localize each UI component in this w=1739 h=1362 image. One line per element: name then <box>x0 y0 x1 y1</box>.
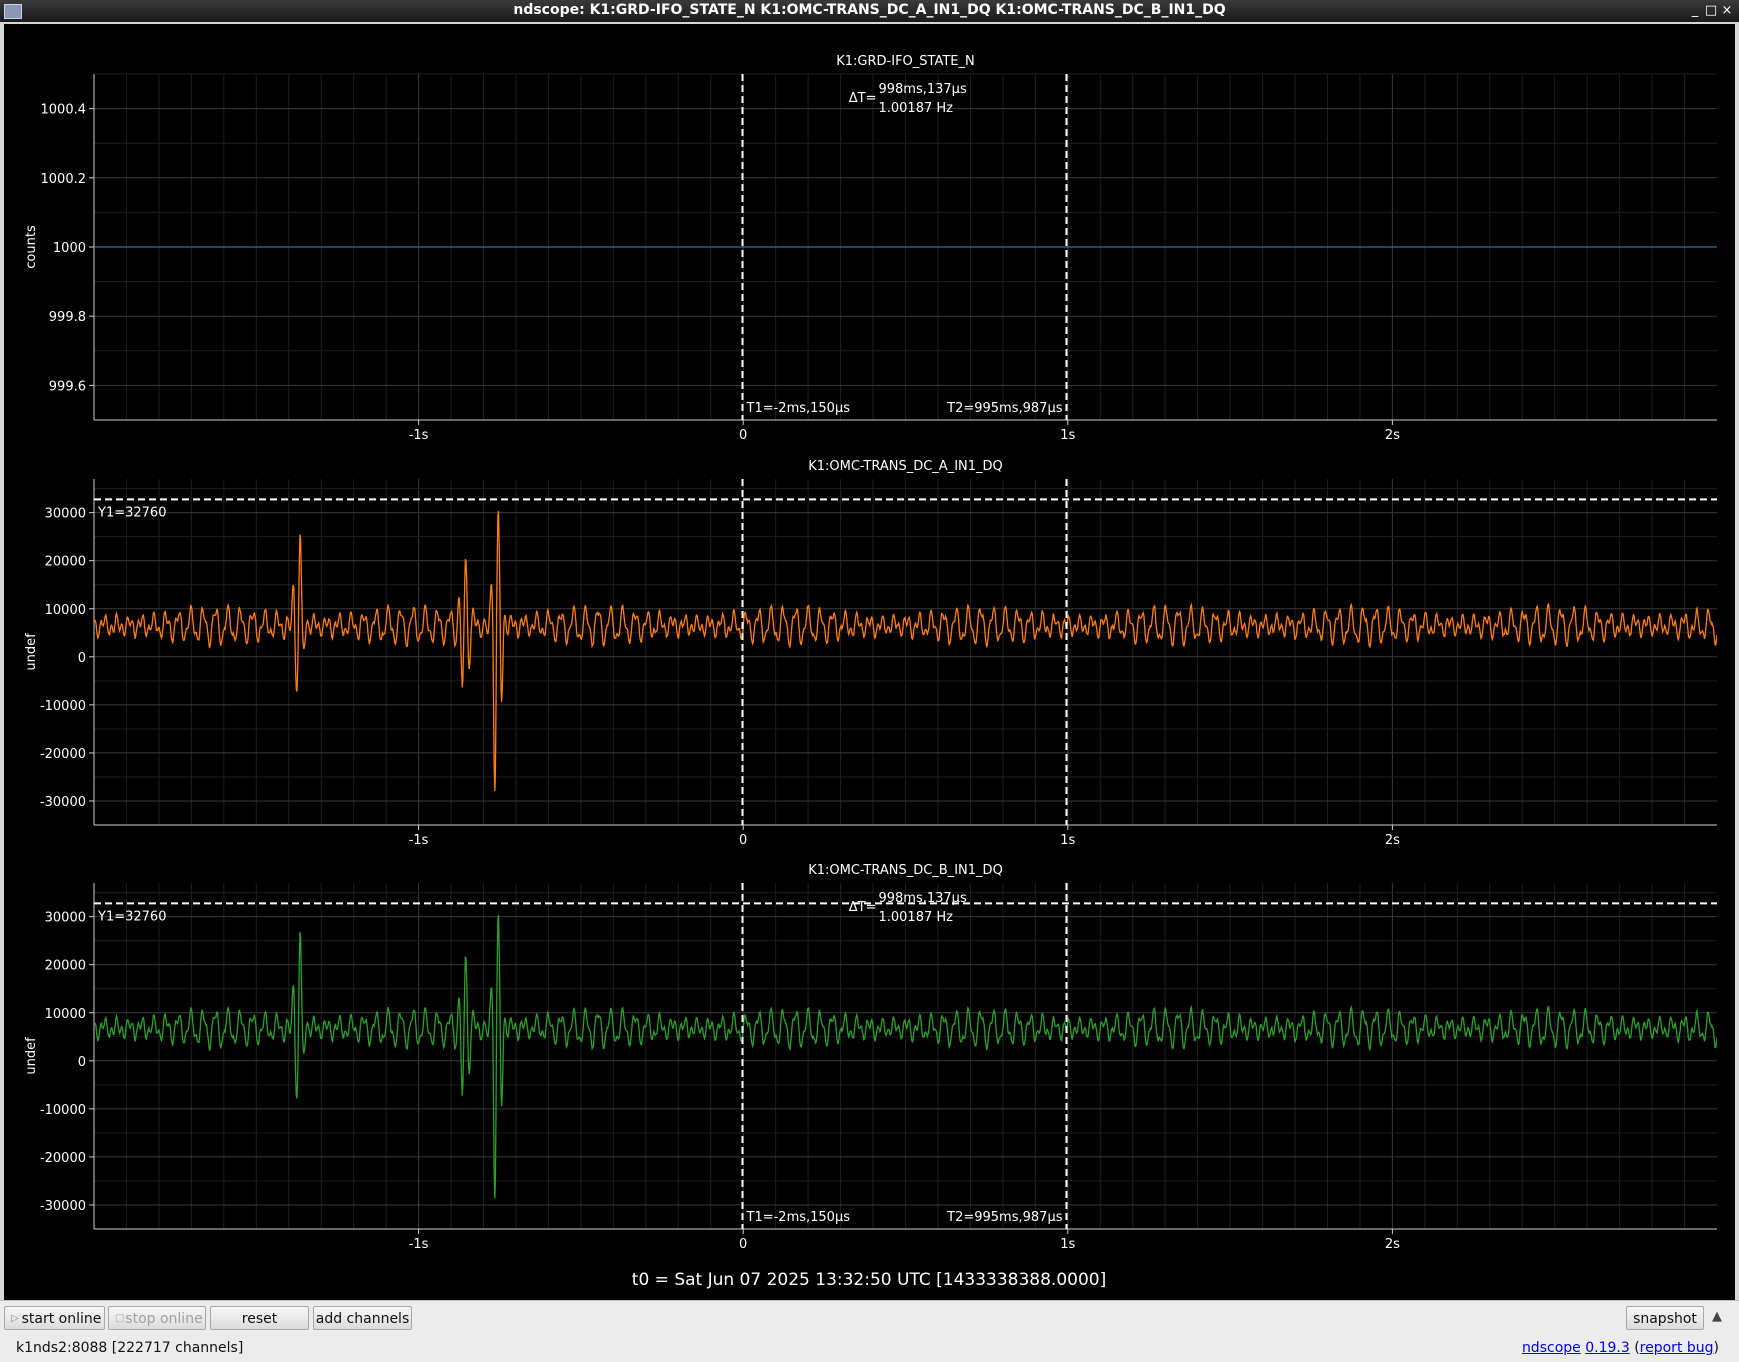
y-tick-label: 999.8 <box>49 310 86 325</box>
delta-t-prefix: ΔT= <box>849 900 877 915</box>
maximize-icon[interactable]: □ <box>1704 3 1718 18</box>
snapshot-button[interactable]: snapshot <box>1626 1306 1704 1330</box>
minimize-icon[interactable]: _ <box>1688 3 1702 18</box>
version-link[interactable]: 0.19.3 <box>1585 1340 1630 1356</box>
cursor-t2-label: T2=995ms,987µs <box>946 1210 1063 1225</box>
cursor-t2-label: T2=995ms,987µs <box>946 401 1063 416</box>
delta-t-frequency: 1.00187 Hz <box>878 910 953 925</box>
y-tick-label: 10000 <box>45 1007 86 1022</box>
x-tick-label: -1s <box>409 1237 429 1252</box>
plot-area: K1:GRD-IFO_STATE_Ncounts 1000.4 1000.2 1000… <box>4 24 1735 1300</box>
ndscope-window: ndscope: K1:GRD-IFO_STATE_N K1:OMC-TRANS… <box>0 0 1739 1362</box>
cursor-t1-label: T1=-2ms,150µs <box>746 1210 851 1225</box>
delta-t-frequency: 1.00187 Hz <box>878 101 953 116</box>
y-tick-label: 0 <box>78 1055 86 1070</box>
x-tick-label: 1s <box>1060 1237 1075 1252</box>
y-tick-label: 1000.4 <box>41 103 87 118</box>
x-tick-label: 0 <box>739 833 747 848</box>
panel-ylabel: undef <box>24 633 39 671</box>
y-tick-label: 30000 <box>45 507 86 522</box>
play-icon: ▷ <box>11 1313 19 1324</box>
app-links: ndscope 0.19.3 (report bug) <box>1522 1340 1719 1356</box>
y-tick-label: 1000.2 <box>41 172 87 187</box>
y-tick-label: 30000 <box>45 911 86 926</box>
x-tick-label: 0 <box>739 428 747 443</box>
t0-label: t0 = Sat Jun 07 2025 13:32:50 UTC [14333… <box>632 1270 1106 1290</box>
y-tick-label: 10000 <box>45 603 86 618</box>
panel-title: K1:OMC-TRANS_DC_A_IN1_DQ <box>808 459 1003 474</box>
x-tick-label: 1s <box>1060 428 1075 443</box>
close-icon[interactable]: × <box>1720 3 1734 18</box>
toolbar: ▷ start online □ stop online reset add c… <box>0 1300 1739 1335</box>
y-tick-label: 999.6 <box>49 379 86 394</box>
y-tick-label: -10000 <box>40 699 86 714</box>
y-tick-label: 1000 <box>53 241 86 256</box>
cursor-y1-label: Y1=32760 <box>97 505 166 520</box>
y-tick-label: -20000 <box>40 747 86 762</box>
delta-t-value: 998ms,137µs <box>878 891 966 906</box>
cursor-t1-label: T1=-2ms,150µs <box>746 401 851 416</box>
reset-button[interactable]: reset <box>210 1306 309 1330</box>
report-close-paren: ) <box>1713 1340 1719 1356</box>
start-online-button[interactable]: ▷ start online <box>4 1306 105 1330</box>
status-bar: k1nds2:8088 [222717 channels] ndscope 0.… <box>0 1334 1739 1362</box>
delta-t-prefix: ΔT= <box>849 91 877 106</box>
cursor-y1-label: Y1=32760 <box>97 909 166 924</box>
server-status: k1nds2:8088 [222717 channels] <box>16 1340 244 1356</box>
x-tick-label: 0 <box>739 1237 747 1252</box>
panel-title: K1:OMC-TRANS_DC_B_IN1_DQ <box>808 863 1003 878</box>
x-tick-label: 2s <box>1385 1237 1400 1252</box>
delta-t-value: 998ms,137µs <box>878 82 966 97</box>
report-bug-link[interactable]: report bug <box>1640 1340 1714 1356</box>
x-tick-label: 2s <box>1385 833 1400 848</box>
window-title: ndscope: K1:GRD-IFO_STATE_N K1:OMC-TRANS… <box>513 2 1226 18</box>
add-channels-button[interactable]: add channels <box>313 1306 412 1330</box>
title-bar[interactable]: ndscope: K1:GRD-IFO_STATE_N K1:OMC-TRANS… <box>0 0 1739 22</box>
stop-online-button[interactable]: □ stop online <box>108 1306 206 1330</box>
y-tick-label: 0 <box>78 651 86 666</box>
x-tick-label: 1s <box>1060 833 1075 848</box>
y-tick-label: -30000 <box>40 795 86 810</box>
y-tick-label: -20000 <box>40 1151 86 1166</box>
collapse-arrow-icon[interactable]: ▲ <box>1712 1309 1722 1324</box>
x-tick-label: -1s <box>409 428 429 443</box>
panel-ylabel: counts <box>24 225 39 269</box>
stop-icon: □ <box>115 1313 125 1324</box>
start-online-label: start online <box>21 1311 102 1327</box>
x-tick-label: -1s <box>409 833 429 848</box>
y-tick-label: -30000 <box>40 1199 86 1214</box>
plots-svg: K1:GRD-IFO_STATE_Ncounts 1000.4 1000.2 1000… <box>24 54 1717 1290</box>
panel-title: K1:GRD-IFO_STATE_N <box>836 54 974 69</box>
panel-ylabel: undef <box>24 1037 39 1075</box>
ndscope-link[interactable]: ndscope <box>1522 1340 1581 1356</box>
y-tick-label: 20000 <box>45 959 86 974</box>
y-tick-label: 20000 <box>45 555 86 570</box>
stop-online-label: stop online <box>125 1311 203 1327</box>
y-tick-label: -10000 <box>40 1103 86 1118</box>
x-tick-label: 2s <box>1385 428 1400 443</box>
